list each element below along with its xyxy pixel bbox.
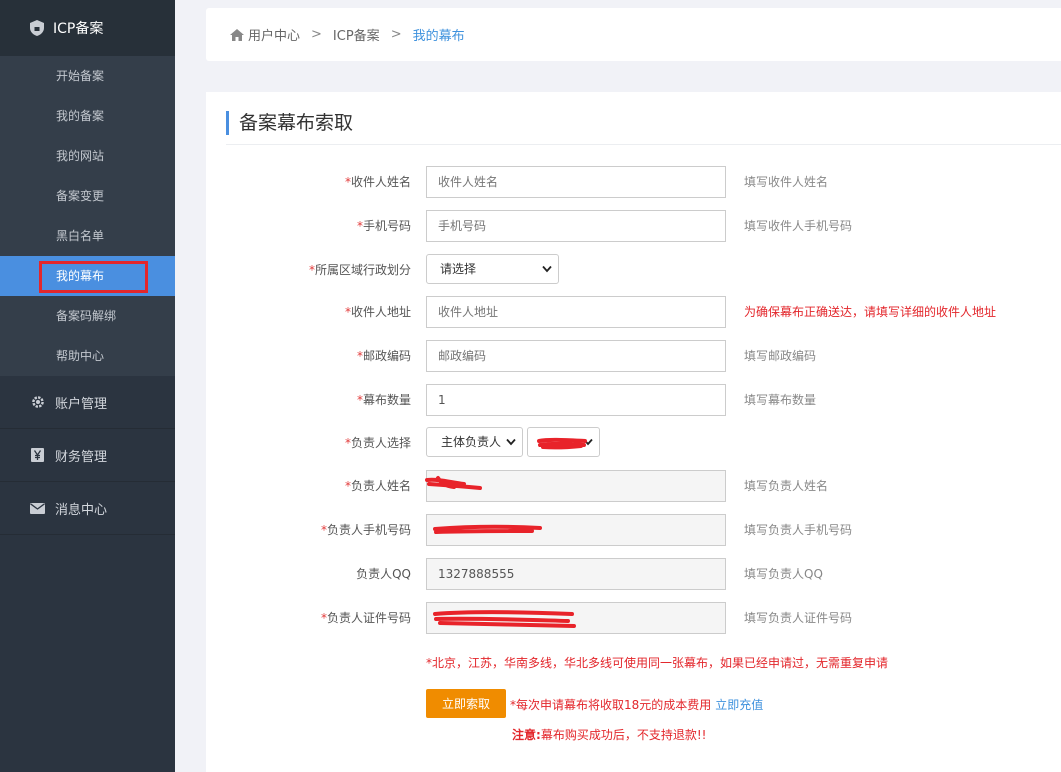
sidebar-group-label: 消息中心 xyxy=(55,502,108,518)
principal-phone-input[interactable] xyxy=(426,514,726,546)
fee-text: *每次申请幕布将收取18元的成本费用 xyxy=(510,698,712,712)
gear-icon xyxy=(30,395,45,410)
hint-phone: 填写收件人手机号码 xyxy=(744,219,853,233)
hint-principal-name: 填写负责人姓名 xyxy=(744,479,829,493)
chevron-down-icon xyxy=(506,438,516,446)
principal-id-input[interactable] xyxy=(426,602,726,634)
highlight-box xyxy=(39,261,148,293)
recipient-name-input[interactable] xyxy=(426,166,726,198)
label-principal-qq: 负责人QQ xyxy=(356,567,411,581)
label-principal-phone: *负责人手机号码 xyxy=(320,523,411,537)
multiline-note: *北京，江苏，华南多线，华北多线可使用同一张幕布，如果已经申请过，无需重复申请 xyxy=(426,656,889,670)
sidebar: ICP备案 开始备案 我的备案 我的网站 备案变更 黑白名单 我的幕布 备案码解… xyxy=(0,0,175,772)
row-principal-name: *负责人姓名 填写负责人姓名 xyxy=(206,470,1061,502)
hint-address: 为确保幕布正确送达，请填写详细的收件人地址 xyxy=(744,305,997,319)
yen-icon xyxy=(30,448,45,463)
hint-recipient-name: 填写收件人姓名 xyxy=(744,175,829,189)
warning-text: 幕布购买成功后，不支持退款!! xyxy=(540,728,707,742)
row-principal-select: *负责人选择 主体负责人 xyxy=(206,427,1061,459)
region-select-value: 请选择 xyxy=(440,262,477,276)
row-region: *所属区域行政划分 请选择 xyxy=(206,254,1061,286)
label-principal-id: *负责人证件号码 xyxy=(320,611,411,625)
label-recipient-name: *收件人姓名 xyxy=(344,175,411,189)
sidebar-header-label: ICP备案 xyxy=(53,21,104,37)
label-region: *所属区域行政划分 xyxy=(308,263,411,277)
breadcrumb-icp[interactable]: ICP备案 xyxy=(333,25,380,44)
label-principal-select: *负责人选择 xyxy=(344,436,411,450)
chevron-down-icon xyxy=(583,438,593,446)
sidebar-item-help-center[interactable]: 帮助中心 xyxy=(0,336,175,376)
sidebar-group-account[interactable]: 账户管理 xyxy=(0,376,175,429)
label-phone: *手机号码 xyxy=(356,219,411,233)
sidebar-submenu: 开始备案 我的备案 我的网站 备案变更 黑白名单 我的幕布 备案码解绑 帮助中心 xyxy=(0,56,175,376)
refund-warning: 注意:幕布购买成功后，不支持退款!! xyxy=(512,726,706,743)
quantity-input[interactable] xyxy=(426,384,726,416)
hint-postcode: 填写邮政编码 xyxy=(744,349,817,363)
sidebar-item-label: 我的备案 xyxy=(56,109,105,123)
sidebar-group-finance[interactable]: 财务管理 xyxy=(0,429,175,482)
label-postcode: *邮政编码 xyxy=(356,349,411,363)
home-icon xyxy=(230,28,244,41)
breadcrumb-home[interactable]: 用户中心 xyxy=(248,25,300,44)
breadcrumb-current: 我的幕布 xyxy=(412,29,465,44)
row-principal-qq: 负责人QQ 填写负责人QQ xyxy=(206,558,1061,590)
sidebar-item-my-websites[interactable]: 我的网站 xyxy=(0,136,175,176)
principal-qq-input[interactable] xyxy=(426,558,726,590)
sidebar-item-label: 帮助中心 xyxy=(56,349,105,363)
sidebar-item-my-filings[interactable]: 我的备案 xyxy=(0,96,175,136)
envelope-icon xyxy=(30,501,45,516)
sidebar-group-messages[interactable]: 消息中心 xyxy=(0,482,175,535)
breadcrumb: 用户中心 > ICP备案 > 我的幕布 xyxy=(206,8,1061,61)
sidebar-item-label: 备案码解绑 xyxy=(56,309,117,323)
address-input[interactable] xyxy=(426,296,726,328)
warning-prefix: 注意: xyxy=(512,728,541,742)
sidebar-item-label: 我的网站 xyxy=(56,149,105,163)
recharge-link[interactable]: 立即充值 xyxy=(715,698,763,712)
page-title: 备案幕布索取 xyxy=(226,111,353,135)
principal-person-select[interactable] xyxy=(527,427,600,457)
sidebar-item-start-filing[interactable]: 开始备案 xyxy=(0,56,175,96)
chevron-down-icon xyxy=(542,265,552,273)
sidebar-item-black-white-list[interactable]: 黑白名单 xyxy=(0,216,175,256)
postcode-input[interactable] xyxy=(426,340,726,372)
sidebar-group-label: 账户管理 xyxy=(55,396,108,412)
sidebar-item-code-unbind[interactable]: 备案码解绑 xyxy=(0,296,175,336)
hint-quantity: 填写幕布数量 xyxy=(744,393,817,407)
sidebar-item-my-curtain[interactable]: 我的幕布 xyxy=(0,256,175,296)
sidebar-group-label: 财务管理 xyxy=(55,449,108,465)
fee-note: *每次申请幕布将收取18元的成本费用 立即充值 xyxy=(510,696,763,713)
request-curtain-button[interactable]: 立即索取 xyxy=(426,689,506,718)
main-panel: 备案幕布索取 *收件人姓名 填写收件人姓名 *手机号码 填写收件人手机号码 *所… xyxy=(206,92,1061,772)
principal-type-value: 主体负责人 xyxy=(441,435,502,449)
row-recipient-name: *收件人姓名 填写收件人姓名 xyxy=(206,166,1061,198)
row-principal-id: *负责人证件号码 填写负责人证件号码 xyxy=(206,602,1061,634)
sidebar-item-label: 开始备案 xyxy=(56,69,105,83)
sidebar-item-label: 备案变更 xyxy=(56,189,105,203)
hint-principal-qq: 填写负责人QQ xyxy=(744,567,823,581)
principal-type-select[interactable]: 主体负责人 xyxy=(426,427,523,457)
row-address: *收件人地址 为确保幕布正确送达，请填写详细的收件人地址 xyxy=(206,296,1061,328)
principal-name-input[interactable] xyxy=(426,470,726,502)
breadcrumb-separator: > xyxy=(390,27,402,42)
label-quantity: *幕布数量 xyxy=(356,393,411,407)
region-select[interactable]: 请选择 xyxy=(426,254,559,284)
row-postcode: *邮政编码 填写邮政编码 xyxy=(206,340,1061,372)
label-address: *收件人地址 xyxy=(344,305,411,319)
label-principal-name: *负责人姓名 xyxy=(344,479,411,493)
row-principal-phone: *负责人手机号码 填写负责人手机号码 xyxy=(206,514,1061,546)
sidebar-header-icp[interactable]: ICP备案 xyxy=(0,0,175,56)
hint-principal-phone: 填写负责人手机号码 xyxy=(744,523,853,537)
sidebar-item-label: 黑白名单 xyxy=(56,229,105,243)
title-divider xyxy=(226,144,1061,145)
phone-input[interactable] xyxy=(426,210,726,242)
sidebar-item-filing-change[interactable]: 备案变更 xyxy=(0,176,175,216)
breadcrumb-separator: > xyxy=(311,27,322,42)
row-phone: *手机号码 填写收件人手机号码 xyxy=(206,210,1061,242)
hint-principal-id: 填写负责人证件号码 xyxy=(744,611,853,625)
shield-icon xyxy=(30,20,44,36)
row-quantity: *幕布数量 填写幕布数量 xyxy=(206,384,1061,416)
